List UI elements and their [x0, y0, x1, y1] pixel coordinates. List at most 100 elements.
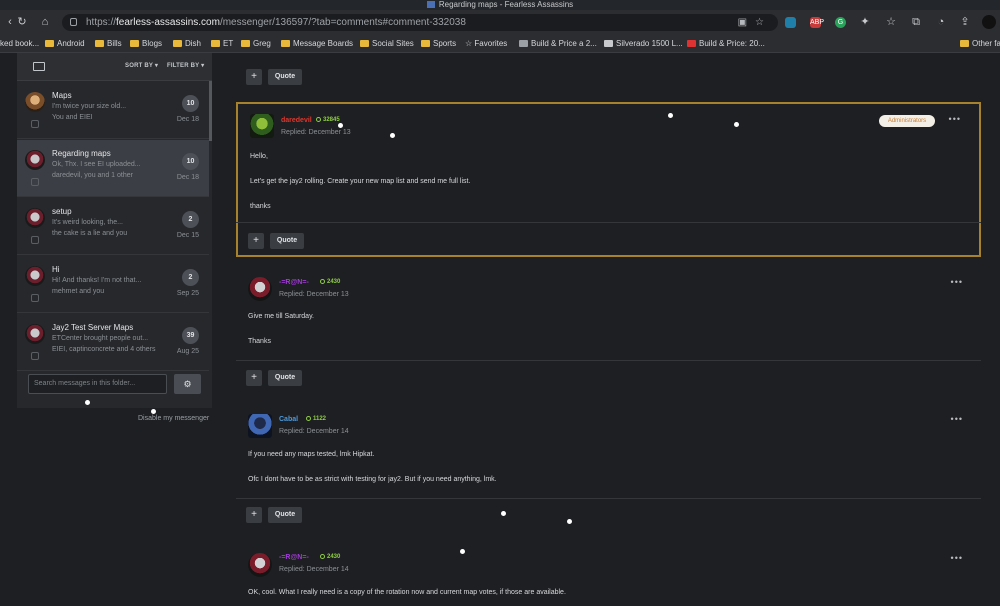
- post-author[interactable]: -=R@N=-: [279, 279, 309, 286]
- post-comment: daredevil 32845 Replied: December 13 Adm…: [236, 102, 981, 257]
- multiquote-button[interactable]: +: [246, 507, 262, 523]
- select-checkbox[interactable]: [31, 352, 39, 360]
- bookmark-folder-message-boards[interactable]: Message Boards: [281, 39, 353, 48]
- select-checkbox[interactable]: [31, 294, 39, 302]
- post-text: thanks: [250, 203, 271, 210]
- compose-icon[interactable]: [33, 62, 45, 71]
- disable-messenger-link[interactable]: Disable my messenger: [138, 415, 209, 422]
- post-comment: Cabal 1122 Replied: December 14 ••• If y…: [236, 404, 981, 529]
- bookmarks-bar: ked book... Android Bills Blogs Dish ET …: [0, 35, 1000, 53]
- post-date: Replied: December 13: [281, 129, 351, 136]
- more-options-icon[interactable]: •••: [951, 414, 963, 424]
- multiquote-button[interactable]: +: [248, 233, 264, 249]
- conversation-snippet: Hi! And thanks! I'm not that...: [52, 277, 142, 284]
- bookmark-folder-dish[interactable]: Dish: [173, 39, 201, 48]
- conversation-snippet: It's weird looking, the...: [52, 219, 123, 226]
- folder-icon: [421, 40, 430, 47]
- reputation-icon: [316, 117, 321, 122]
- quote-button[interactable]: Quote: [268, 69, 302, 85]
- bookmark-folder-android[interactable]: Android: [45, 39, 85, 48]
- extension-shield-icon[interactable]: [785, 17, 796, 28]
- conversation-item-active[interactable]: Regarding maps Ok, Thx. I see EI uploade…: [17, 140, 209, 197]
- collections-icon[interactable]: ⧉: [909, 15, 923, 29]
- bookmark-folder-bills[interactable]: Bills: [95, 39, 122, 48]
- lock-icon: [70, 18, 77, 26]
- sidebar-scrollbar[interactable]: [209, 81, 212, 141]
- post-text: If you need any maps tested, lmk Hipkat.: [248, 451, 375, 458]
- grammarly-extension-icon[interactable]: G: [835, 17, 846, 28]
- conversation-date: Aug 25: [176, 348, 199, 355]
- folder-icon: [173, 40, 182, 47]
- bookmark-build-price-1[interactable]: Build & Price a 2...: [519, 39, 597, 48]
- reload-icon[interactable]: ↻: [15, 15, 29, 29]
- address-bar[interactable]: https://fearless-assassins.com/messenger…: [62, 14, 778, 31]
- browser-toolbar: ‹ ↻ ⌂ https://fearless-assassins.com/mes…: [0, 10, 1000, 35]
- reputation-icon: [320, 554, 325, 559]
- bookmark-folder-other-favorites[interactable]: Other fa: [960, 39, 1000, 48]
- select-checkbox[interactable]: [31, 236, 39, 244]
- filter-by-button[interactable]: FILTER BY ▾: [167, 62, 204, 69]
- avatar[interactable]: [248, 553, 272, 577]
- search-messages-input[interactable]: Search messages in this folder...: [28, 374, 167, 394]
- multiquote-button[interactable]: +: [246, 370, 262, 386]
- messenger-sidebar: SORT BY ▾ FILTER BY ▾ Maps I'm twice you…: [17, 53, 212, 408]
- favorites-icon[interactable]: ☆: [884, 15, 898, 29]
- avatar[interactable]: [250, 114, 274, 138]
- profile-avatar[interactable]: [982, 15, 996, 29]
- quote-button[interactable]: Quote: [268, 370, 302, 386]
- gear-icon[interactable]: ⚙: [174, 374, 201, 394]
- conversation-title: Jay2 Test Server Maps: [52, 323, 134, 332]
- avatar[interactable]: [248, 277, 272, 301]
- bookmark-folder-sports[interactable]: Sports: [421, 39, 456, 48]
- bookmark-item[interactable]: ked book...: [0, 39, 39, 48]
- post-text: Ofc I dont have to be as strict with tes…: [248, 476, 497, 483]
- reply-count-badge: 10: [182, 95, 199, 112]
- divider: [236, 222, 981, 223]
- bookmark-folder-blogs[interactable]: Blogs: [130, 39, 162, 48]
- post-author[interactable]: -=R@N=-: [279, 554, 309, 561]
- avatar: [25, 324, 45, 344]
- quote-button[interactable]: Quote: [268, 507, 302, 523]
- window-titlebar: Regarding maps - Fearless Assassins: [0, 0, 1000, 10]
- multiquote-button[interactable]: +: [246, 69, 262, 85]
- folder-icon: [45, 40, 54, 47]
- divider: [236, 498, 981, 499]
- conversation-participants: daredevil, you and 1 other: [52, 172, 133, 179]
- conversation-item[interactable]: Jay2 Test Server Maps ETCenter brought p…: [17, 314, 209, 371]
- post-author[interactable]: daredevil: [281, 117, 312, 124]
- folder-icon: [211, 40, 220, 47]
- select-checkbox[interactable]: [31, 120, 39, 128]
- folder-icon: [95, 40, 104, 47]
- reputation-badge: 2430: [320, 279, 340, 285]
- post-text: Let's get the jay2 rolling. Create your …: [250, 178, 471, 185]
- conversation-item[interactable]: Maps I'm twice your size old... You and …: [17, 82, 209, 139]
- post-author[interactable]: Cabal: [279, 416, 298, 423]
- select-checkbox[interactable]: [31, 178, 39, 186]
- quote-button[interactable]: Quote: [270, 233, 304, 249]
- extensions-puzzle-icon[interactable]: ✦: [858, 15, 872, 29]
- sort-by-button[interactable]: SORT BY ▾: [125, 62, 158, 69]
- bookmark-silverado[interactable]: Silverado 1500 L...: [604, 39, 683, 48]
- bookmark-folder-social-sites[interactable]: Social Sites: [360, 39, 414, 48]
- more-options-icon[interactable]: •••: [949, 114, 961, 124]
- folder-icon: [130, 40, 139, 47]
- share-icon[interactable]: ⇪: [958, 15, 972, 29]
- urlbar-action-icons[interactable]: ▣☆: [738, 14, 772, 31]
- avatar[interactable]: [248, 414, 272, 438]
- bookmark-folder-et[interactable]: ET: [211, 39, 233, 48]
- marker-dot: [390, 133, 395, 138]
- site-icon: [519, 40, 528, 47]
- adblock-extension-icon[interactable]: ABP: [810, 17, 824, 28]
- conversation-item[interactable]: setup It's weird looking, the... the cak…: [17, 198, 209, 255]
- bookmark-favorites[interactable]: ☆ Favorites: [465, 39, 507, 48]
- more-options-icon[interactable]: •••: [951, 553, 963, 563]
- performance-icon[interactable]: ◔: [934, 15, 948, 29]
- marker-dot: [567, 519, 572, 524]
- folder-icon: [281, 40, 290, 47]
- conversation-item[interactable]: Hi Hi! And thanks! I'm not that... mehme…: [17, 256, 209, 313]
- url-path: /messenger/136597/?tab=comments#comment-…: [219, 17, 466, 28]
- home-icon[interactable]: ⌂: [38, 15, 52, 29]
- more-options-icon[interactable]: •••: [951, 277, 963, 287]
- bookmark-build-price-2[interactable]: Build & Price: 20...: [687, 39, 765, 48]
- bookmark-folder-greg[interactable]: Greg: [241, 39, 271, 48]
